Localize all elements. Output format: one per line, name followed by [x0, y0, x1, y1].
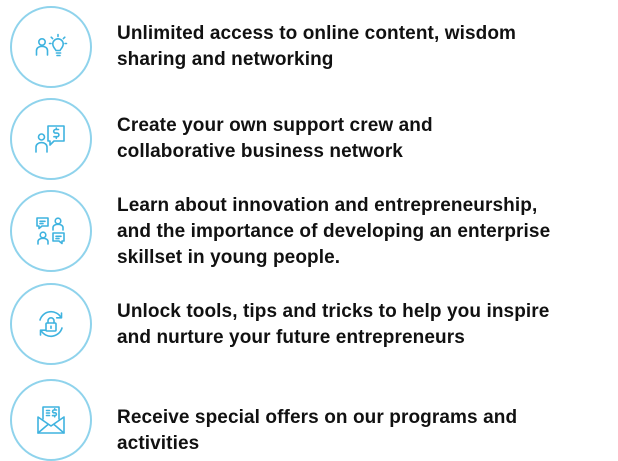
benefit-line: Receive special offers on our programs a…: [117, 407, 518, 428]
benefit-text: Learn about innovation and entrepreneurs…: [117, 193, 612, 271]
benefit-line: skillset in young people.: [117, 247, 341, 268]
lock-exchange-icon: [39, 311, 63, 337]
benefit-line: and nurture your future entrepreneurs: [117, 327, 465, 348]
benefit-line: sharing and networking: [117, 49, 334, 70]
benefit-text: Create your own support crew and collabo…: [117, 113, 612, 165]
benefit-text: Receive special offers on our programs a…: [117, 405, 612, 457]
benefit-line: collaborative business network: [117, 141, 403, 162]
badge-circle: [10, 98, 92, 180]
group-discussion-icon: [36, 217, 65, 245]
badge-circle: [10, 379, 92, 461]
badge-circle: [10, 6, 92, 88]
benefit-line: Learn about innovation and entrepreneurs…: [117, 195, 538, 216]
benefit-line: Create your own support crew and: [117, 115, 433, 136]
benefit-line: activities: [117, 433, 200, 454]
benefit-text: Unlimited access to online content, wisd…: [117, 21, 612, 73]
badge-circle: [10, 283, 92, 365]
person-dollar-chat-icon: [35, 125, 65, 153]
benefit-line: and the importance of developing an ente…: [117, 221, 551, 242]
benefit-text: Unlock tools, tips and tricks to help yo…: [117, 299, 612, 351]
benefit-line: Unlimited access to online content, wisd…: [117, 23, 517, 44]
people-lightbulb-icon: [35, 33, 68, 57]
envelope-offer-icon: [37, 406, 65, 434]
benefit-line: Unlock tools, tips and tricks to help yo…: [117, 301, 550, 322]
badge-circle: [10, 190, 92, 272]
